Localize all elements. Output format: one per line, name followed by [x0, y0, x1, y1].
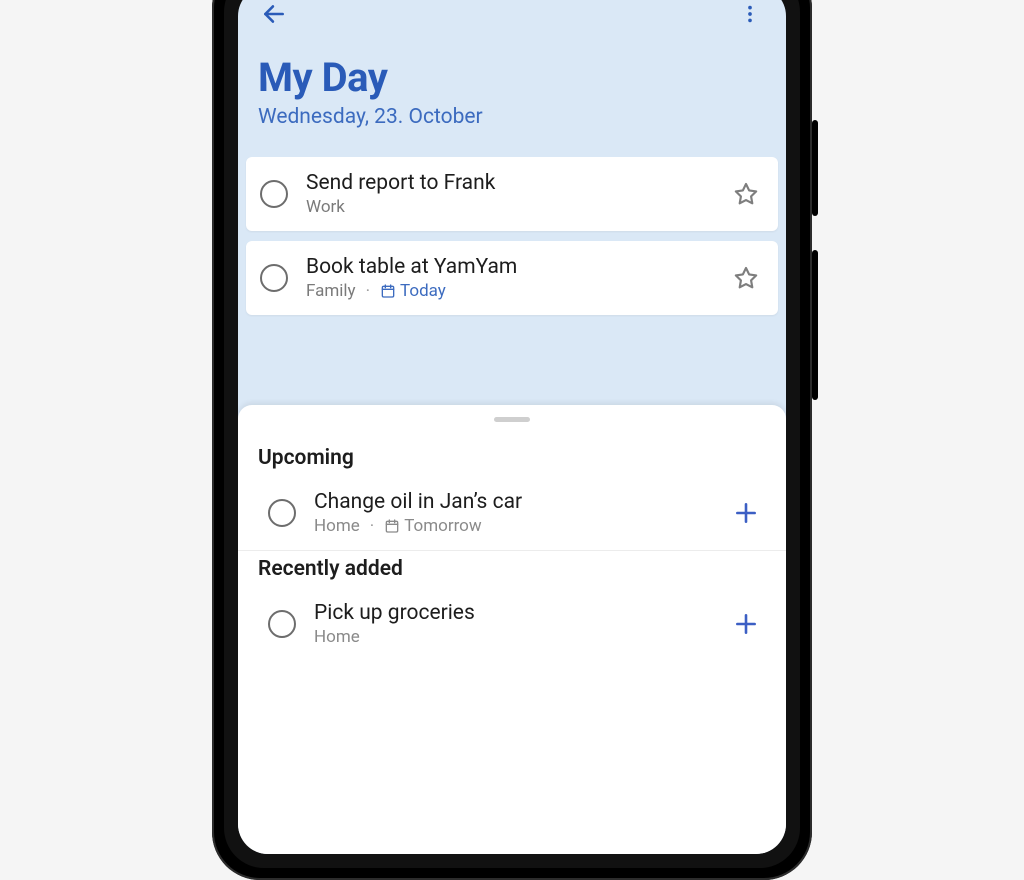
suggestion-title: Pick up groceries — [314, 601, 726, 625]
star-button[interactable] — [728, 260, 764, 296]
phone-bezel: My Day Wednesday, 23. October Send repor… — [224, 0, 800, 868]
due-date-chip: Tomorrow — [384, 516, 481, 536]
task-body: Send report to Frank Work — [306, 171, 728, 217]
plus-icon — [733, 500, 759, 526]
sheet-drag-handle[interactable] — [494, 417, 530, 422]
page-title: My Day — [258, 54, 766, 101]
back-arrow-icon — [261, 1, 287, 27]
suggestion-list-label: Home — [314, 516, 360, 536]
meta-separator: · — [370, 516, 374, 536]
star-outline-icon — [733, 181, 759, 207]
page-date: Wednesday, 23. October — [258, 105, 766, 129]
task-list-label: Work — [306, 197, 345, 217]
suggestion-title: Change oil in Jan’s car — [314, 490, 726, 514]
star-outline-icon — [733, 265, 759, 291]
suggestion-meta: Home — [314, 627, 726, 647]
phone-frame: My Day Wednesday, 23. October Send repor… — [212, 0, 812, 880]
complete-checkbox[interactable] — [260, 264, 288, 292]
task-card[interactable]: Book table at YamYam Family · Today — [246, 241, 778, 315]
section-heading-upcoming: Upcoming — [238, 440, 786, 480]
suggestion-body: Change oil in Jan’s car Home · Tomorrow — [314, 490, 726, 536]
suggestion-row[interactable]: Change oil in Jan’s car Home · Tomorrow — [238, 480, 786, 551]
task-meta: Work — [306, 197, 728, 217]
phone-side-button — [812, 120, 818, 216]
top-bar — [238, 0, 786, 42]
plus-icon — [733, 611, 759, 637]
complete-checkbox[interactable] — [268, 610, 296, 638]
my-day-task-list: Send report to Frank Work Book table at … — [238, 157, 786, 325]
task-title: Send report to Frank — [306, 171, 728, 195]
page-header: My Day Wednesday, 23. October — [238, 42, 786, 157]
calendar-icon — [384, 518, 400, 534]
back-button[interactable] — [254, 0, 294, 34]
task-list-label: Family — [306, 281, 356, 301]
add-to-my-day-button[interactable] — [726, 604, 766, 644]
suggestion-meta: Home · Tomorrow — [314, 516, 726, 536]
app-screen: My Day Wednesday, 23. October Send repor… — [238, 0, 786, 854]
suggestion-row[interactable]: Pick up groceries Home — [238, 591, 786, 661]
phone-side-button — [812, 250, 818, 400]
add-to-my-day-button[interactable] — [726, 493, 766, 533]
star-button[interactable] — [728, 176, 764, 212]
more-vertical-icon — [739, 3, 761, 25]
task-title: Book table at YamYam — [306, 255, 728, 279]
task-meta: Family · Today — [306, 281, 728, 301]
meta-separator: · — [366, 281, 370, 301]
calendar-icon — [380, 283, 396, 299]
due-date-label: Tomorrow — [404, 516, 481, 536]
suggestions-sheet[interactable]: Upcoming Change oil in Jan’s car Home · … — [238, 405, 786, 854]
suggestions-area: Upcoming Change oil in Jan’s car Home · … — [238, 405, 786, 854]
task-body: Book table at YamYam Family · Today — [306, 255, 728, 301]
suggestion-body: Pick up groceries Home — [314, 601, 726, 647]
more-options-button[interactable] — [730, 0, 770, 34]
complete-checkbox[interactable] — [268, 499, 296, 527]
task-card[interactable]: Send report to Frank Work — [246, 157, 778, 231]
section-heading-recent: Recently added — [238, 551, 786, 591]
due-date-label: Today — [400, 281, 446, 301]
suggestion-list-label: Home — [314, 627, 360, 647]
complete-checkbox[interactable] — [260, 180, 288, 208]
due-date-chip: Today — [380, 281, 446, 301]
